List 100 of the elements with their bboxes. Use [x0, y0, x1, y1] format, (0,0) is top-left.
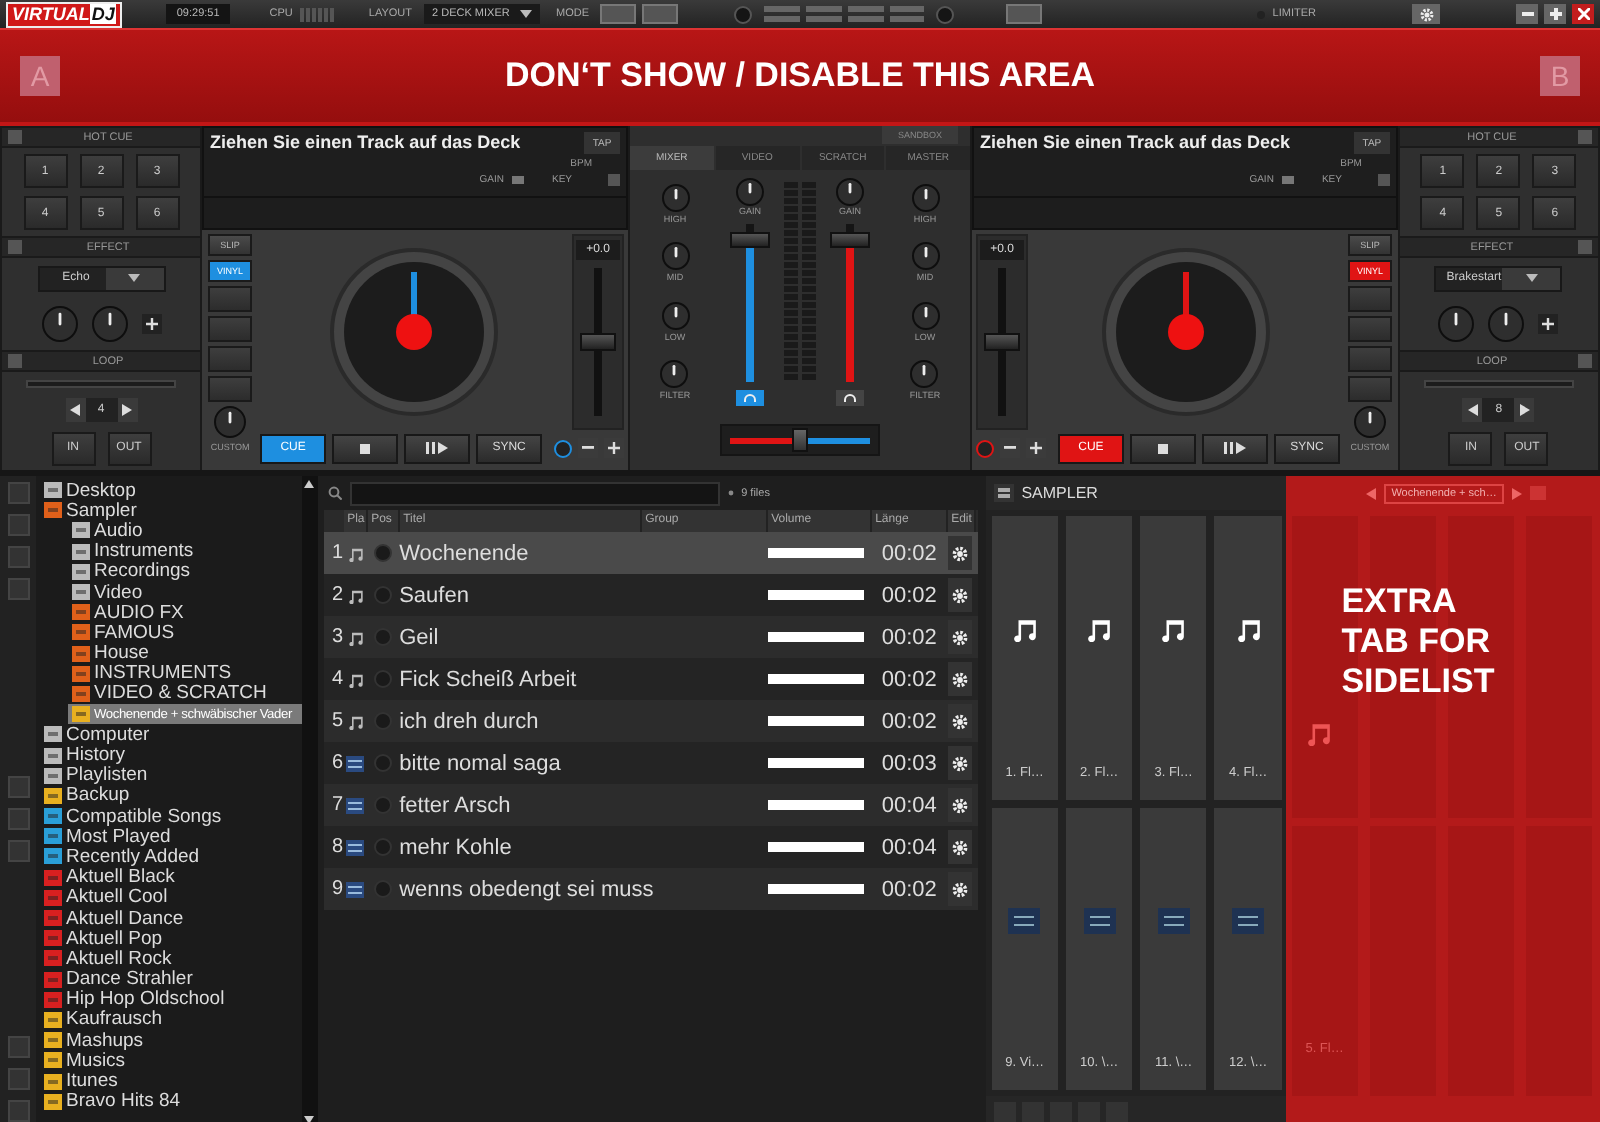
folder-item[interactable]: Aktuell Rock: [44, 948, 302, 969]
edit-button[interactable]: [947, 872, 972, 906]
folder-item[interactable]: Playlisten: [44, 765, 302, 786]
folder-item[interactable]: Aktuell Black: [44, 867, 302, 888]
play-pause-button[interactable]: [1201, 433, 1268, 463]
effect-knob[interactable]: [41, 306, 78, 342]
folder-item[interactable]: Sampler: [44, 500, 302, 521]
edit-button[interactable]: [947, 578, 972, 612]
stop-button[interactable]: [1129, 433, 1196, 463]
folder-item[interactable]: Most Played: [44, 826, 302, 847]
folder-item[interactable]: Kaufrausch: [44, 1009, 302, 1031]
edit-button[interactable]: [947, 620, 972, 654]
minimize-button[interactable]: [1516, 4, 1538, 24]
folder-item[interactable]: Computer: [44, 724, 302, 745]
folder-item[interactable]: Hip Hop Oldschool: [44, 989, 302, 1010]
gain-knob[interactable]: [736, 178, 764, 206]
edit-button[interactable]: [947, 788, 972, 822]
track-row[interactable]: 4 Fick Scheiß Arbeit 00:02: [323, 658, 978, 700]
search-field[interactable]: [349, 481, 720, 505]
headphone-button[interactable]: [836, 390, 864, 406]
folder-item[interactable]: VIDEO & SCRATCH: [72, 683, 302, 705]
crossfader-thumb[interactable]: [792, 428, 808, 452]
loop-halve-button[interactable]: [1462, 398, 1483, 422]
toolbar-button[interactable]: [641, 4, 678, 24]
folder-item[interactable]: Desktop: [44, 480, 302, 501]
plus-icon: [1549, 8, 1561, 20]
edit-button[interactable]: [947, 536, 972, 570]
gain-knob[interactable]: [836, 178, 864, 206]
eq-knob[interactable]: [911, 242, 939, 271]
edit-button[interactable]: [947, 704, 972, 738]
turntable-platter[interactable]: [329, 248, 498, 416]
track-row[interactable]: 8 mehr Kohle 00:04: [323, 826, 978, 868]
folder-item[interactable]: Mashups: [44, 1030, 302, 1051]
pitch-slider-thumb[interactable]: [580, 333, 616, 351]
stop-button[interactable]: [332, 433, 399, 463]
folder-item[interactable]: FAMOUS: [72, 622, 302, 643]
settings-button[interactable]: [1412, 4, 1440, 24]
loop-double-button[interactable]: [1514, 398, 1535, 422]
custom-knob[interactable]: [1353, 406, 1386, 438]
edit-button[interactable]: [947, 746, 972, 780]
scrollbar[interactable]: [301, 476, 318, 1122]
track-row[interactable]: 2 Saufen 00:02: [323, 574, 978, 616]
maximize-button[interactable]: [1544, 4, 1566, 24]
volume-fader-thumb[interactable]: [830, 231, 870, 248]
track-row[interactable]: 7 fetter Arsch 00:04: [323, 784, 978, 826]
custom-knob[interactable]: [214, 406, 247, 438]
folder-item[interactable]: Itunes: [44, 1070, 302, 1092]
effect-knob[interactable]: [91, 306, 128, 342]
eq-knob[interactable]: [660, 360, 689, 389]
row-number: 8: [330, 836, 344, 858]
close-button[interactable]: [1572, 4, 1594, 24]
volume-fader-thumb[interactable]: [730, 231, 770, 248]
track-row[interactable]: 5 ich dreh durch 00:02: [323, 700, 978, 742]
pitch-slider-thumb[interactable]: [984, 333, 1020, 351]
folder-item[interactable]: Aktuell Cool: [44, 887, 302, 908]
edit-button[interactable]: [947, 662, 972, 696]
add-button[interactable]: [1538, 314, 1559, 334]
mode-button[interactable]: [599, 4, 636, 24]
folder-item[interactable]: Compatible Songs: [44, 806, 302, 827]
folder-item[interactable]: House: [72, 643, 302, 664]
folder-item[interactable]: Video: [72, 581, 302, 603]
folder-item[interactable]: INSTRUMENTS: [72, 663, 302, 684]
folder-item[interactable]: Recently Added: [44, 846, 302, 868]
folder-item[interactable]: Aktuell Dance: [44, 907, 302, 929]
folder-item[interactable]: Aktuell Pop: [44, 928, 302, 949]
folder-item[interactable]: Dance Strahler: [44, 969, 302, 990]
eq-knob[interactable]: [661, 242, 689, 271]
folder-item[interactable]: Musics: [44, 1050, 302, 1071]
toolbar-button[interactable]: [1005, 4, 1042, 24]
row-number: 2: [330, 584, 344, 606]
edit-button[interactable]: [947, 830, 972, 864]
loop-halve-button[interactable]: [65, 398, 86, 422]
settings-icon: [951, 797, 968, 813]
play-pause-button[interactable]: [404, 433, 471, 463]
track-row[interactable]: 6 bitte nomal saga 00:03: [323, 742, 978, 784]
turntable-platter[interactable]: [1102, 248, 1271, 416]
eq-knob[interactable]: [911, 183, 939, 212]
track-length: 00:02: [879, 709, 939, 733]
down-arrow-icon: [304, 1116, 315, 1122]
loop-double-button[interactable]: [117, 398, 138, 422]
row-number: 9: [330, 878, 344, 900]
effect-knob[interactable]: [1488, 306, 1525, 342]
track-length: 00:04: [879, 835, 939, 859]
eq-knob[interactable]: [910, 360, 939, 389]
track-row[interactable]: 9 wenns obedengt sei muss 00:02: [323, 868, 978, 910]
track-row[interactable]: 1 Wochenende 00:02: [323, 532, 978, 574]
eq-knob[interactable]: [661, 183, 689, 212]
track-row[interactable]: 3 Geil 00:02: [323, 616, 978, 658]
eq-knob[interactable]: [661, 301, 689, 330]
folder-item[interactable]: Backup: [44, 785, 302, 806]
folder-item[interactable]: Bravo Hits 84: [44, 1091, 302, 1112]
folder-item[interactable]: Instruments: [72, 541, 302, 562]
effect-knob[interactable]: [1438, 306, 1475, 342]
deck-letter: A: [20, 56, 60, 96]
add-button[interactable]: [141, 314, 162, 334]
folder-item[interactable]: History: [44, 744, 302, 766]
eq-knob[interactable]: [911, 301, 939, 330]
folder-item[interactable]: AUDIO FX: [72, 602, 302, 623]
folder-item[interactable]: Audio: [72, 520, 302, 542]
folder-item[interactable]: Recordings: [72, 561, 302, 582]
